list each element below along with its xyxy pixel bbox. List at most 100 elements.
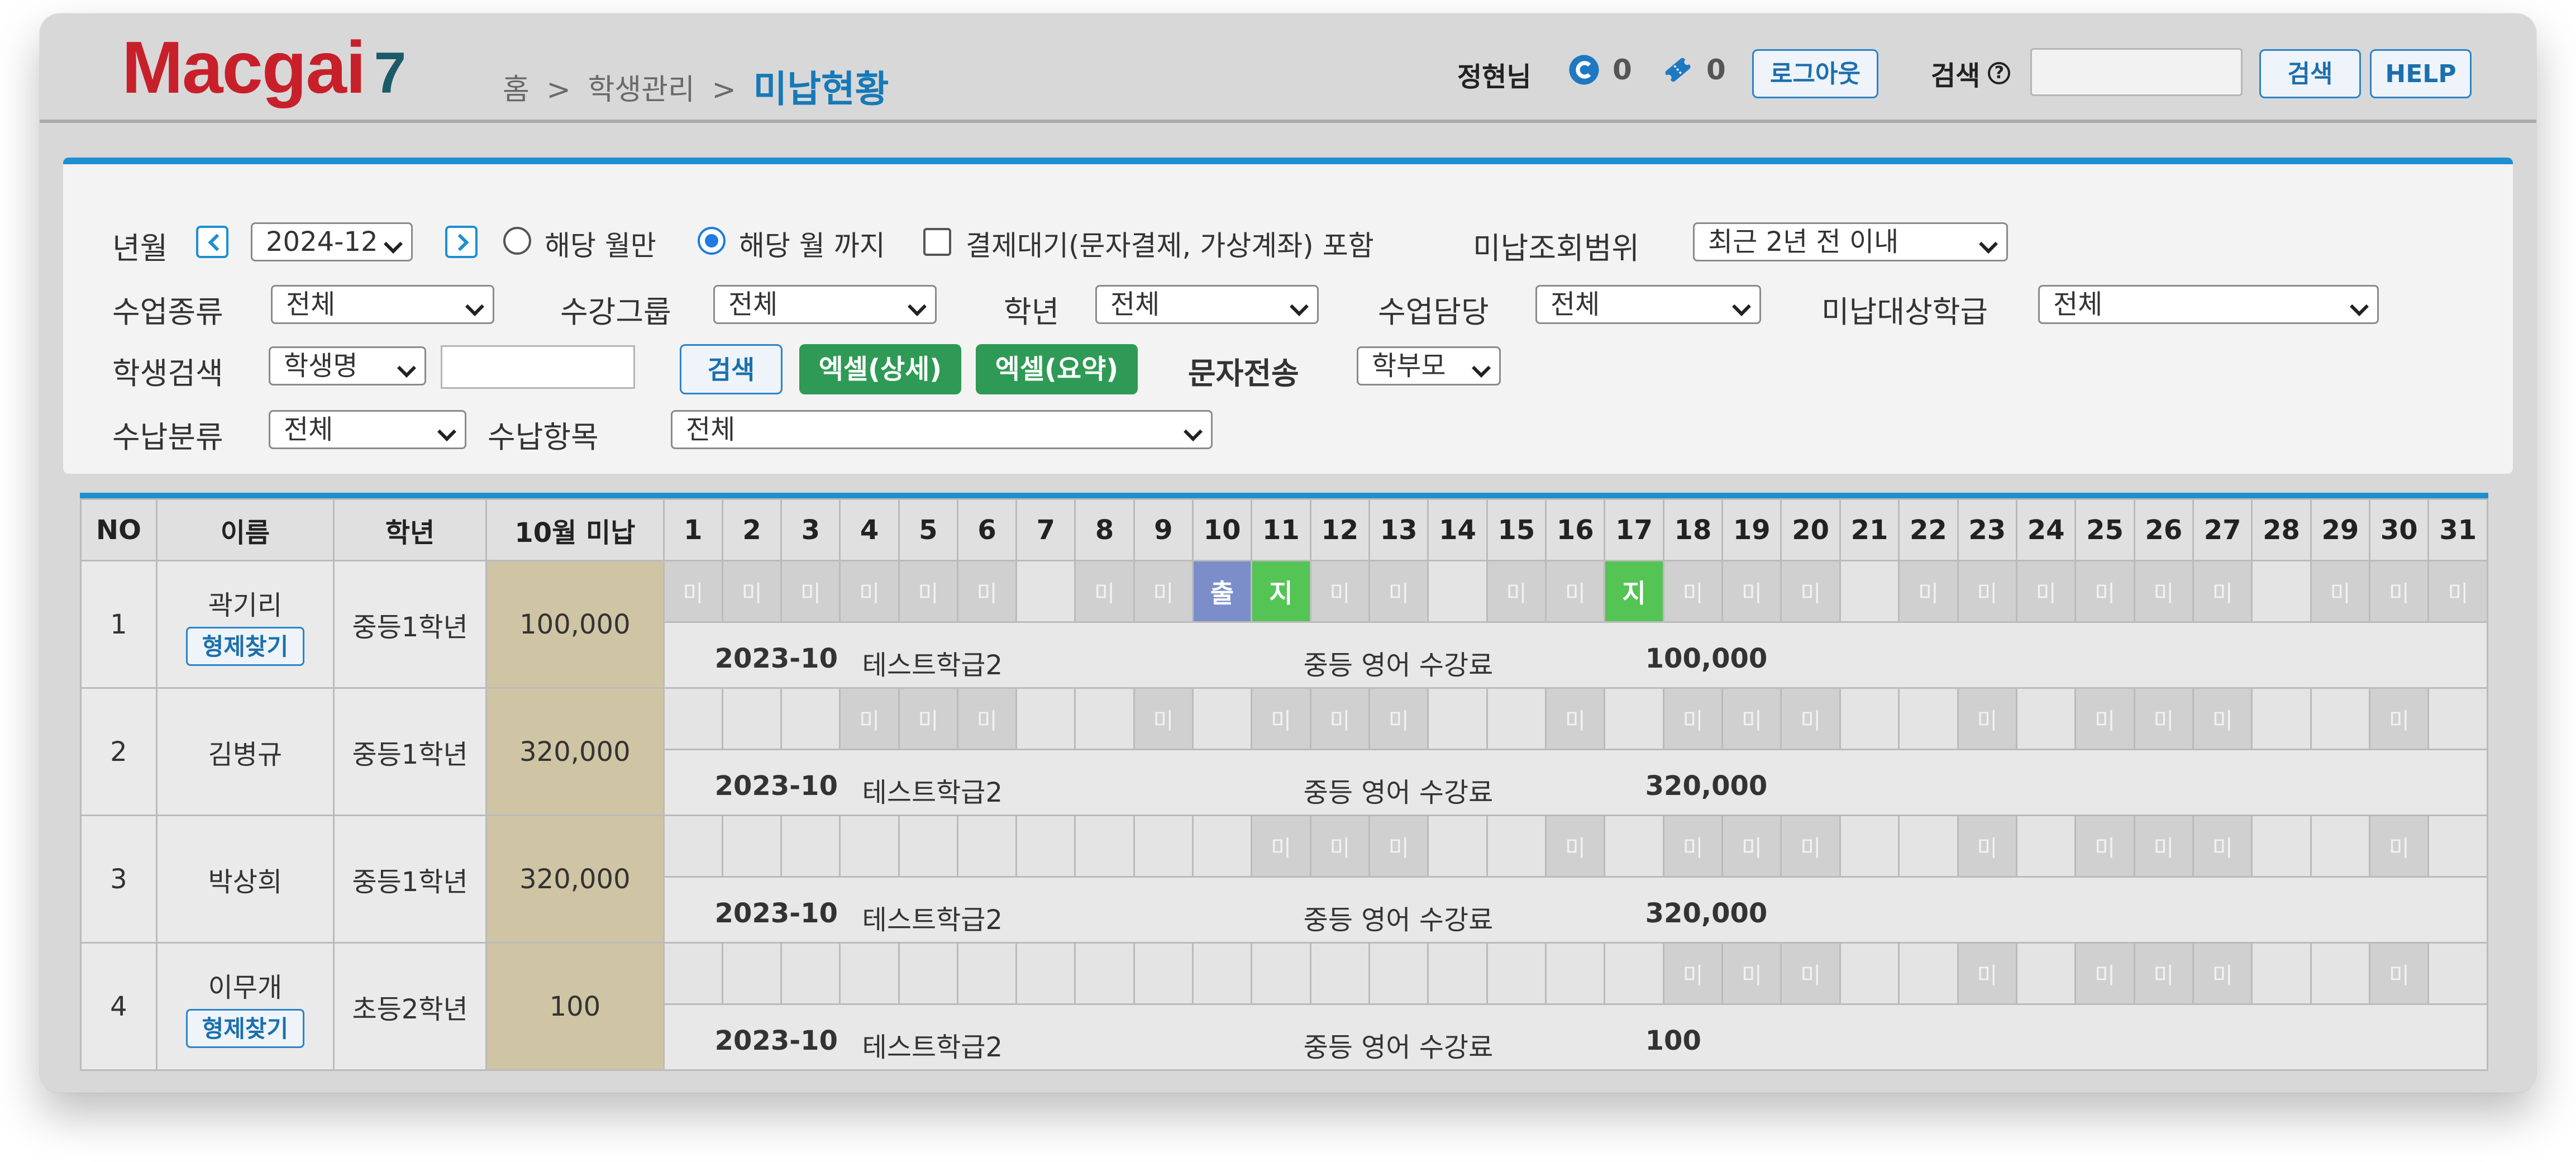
day-cell[interactable]: 미 <box>1133 687 1194 750</box>
day-cell[interactable] <box>1898 942 1959 1005</box>
day-cell[interactable] <box>1604 687 1664 750</box>
day-cell[interactable]: 미 <box>2369 560 2430 623</box>
student-name[interactable]: 곽기리 <box>158 583 332 622</box>
day-cell[interactable]: 미 <box>2074 560 2135 623</box>
breadcrumb-section[interactable]: 학생관리 <box>588 73 694 107</box>
pending-payment-checkbox[interactable] <box>923 228 951 256</box>
day-cell[interactable]: 미 <box>2074 687 2135 750</box>
logout-button[interactable]: 로그아웃 <box>1752 49 1878 98</box>
day-cell[interactable] <box>780 815 841 878</box>
day-cell[interactable]: 미 <box>2310 560 2371 623</box>
day-cell[interactable]: 미 <box>1957 815 2017 878</box>
day-cell[interactable] <box>1486 942 1547 1005</box>
day-cell[interactable]: 미 <box>956 687 1018 750</box>
day-cell[interactable]: 미 <box>1368 687 1429 750</box>
day-cell[interactable]: 미 <box>1780 560 1841 623</box>
day-cell[interactable]: 미 <box>721 560 783 623</box>
excel-summary-button[interactable]: 엑셀(요약) <box>976 344 1138 394</box>
day-cell[interactable]: 미 <box>1957 687 2017 750</box>
day-cell[interactable]: 미 <box>2427 560 2488 623</box>
day-cell[interactable] <box>662 942 723 1005</box>
student-name[interactable]: 이무개 <box>158 965 332 1004</box>
day-cell[interactable]: 미 <box>1486 560 1547 623</box>
day-cell[interactable]: 미 <box>2369 687 2430 750</box>
day-cell[interactable] <box>1486 687 1547 750</box>
radio-until-month[interactable] <box>698 227 726 255</box>
day-cell[interactable]: 미 <box>1251 687 1311 750</box>
day-cell[interactable] <box>1191 815 1253 878</box>
target-class-select[interactable]: 전체 <box>2038 285 2379 324</box>
day-cell[interactable] <box>2310 942 2371 1005</box>
day-cell[interactable] <box>662 815 723 878</box>
day-cell[interactable] <box>1015 815 1076 878</box>
day-cell[interactable] <box>662 687 723 750</box>
day-cell[interactable] <box>839 815 900 878</box>
day-cell[interactable] <box>1368 942 1429 1005</box>
day-cell[interactable]: 미 <box>2192 942 2253 1005</box>
day-cell[interactable]: 미 <box>2192 687 2253 750</box>
prev-month-button[interactable] <box>196 226 228 258</box>
day-cell[interactable]: 미 <box>1133 560 1194 623</box>
day-cell[interactable] <box>1839 942 1900 1005</box>
header-search-button[interactable]: 검색 <box>2259 49 2361 98</box>
day-cell[interactable] <box>1074 687 1135 750</box>
find-sibling-button[interactable]: 형제찾기 <box>185 1008 305 1048</box>
day-cell[interactable] <box>2015 687 2077 750</box>
day-cell[interactable]: 미 <box>2133 687 2195 750</box>
group-select[interactable]: 전체 <box>713 285 937 324</box>
day-cell[interactable] <box>956 815 1018 878</box>
day-cell[interactable] <box>1839 560 1900 623</box>
day-cell[interactable]: 미 <box>1368 815 1429 878</box>
day-cell[interactable]: 미 <box>2369 815 2430 878</box>
day-cell[interactable]: 미 <box>1780 687 1841 750</box>
day-cell[interactable] <box>2251 815 2312 878</box>
day-cell[interactable]: 미 <box>1721 687 1782 750</box>
day-cell[interactable]: 출 <box>1191 560 1253 623</box>
day-cell[interactable]: 미 <box>1662 942 1724 1005</box>
day-cell[interactable] <box>1898 687 1959 750</box>
day-cell[interactable]: 미 <box>1545 560 1606 623</box>
day-cell[interactable] <box>898 815 958 878</box>
day-cell[interactable]: 미 <box>956 560 1018 623</box>
grade-select[interactable]: 전체 <box>1095 285 1319 324</box>
range-select[interactable]: 최근 2년 전 이내 <box>1693 222 2008 261</box>
help-button[interactable]: HELP <box>2370 49 2472 98</box>
day-cell[interactable]: 미 <box>1721 815 1782 878</box>
day-cell[interactable] <box>1133 942 1194 1005</box>
day-cell[interactable]: 미 <box>1309 815 1370 878</box>
day-cell[interactable] <box>2015 942 2077 1005</box>
day-cell[interactable]: 미 <box>839 560 900 623</box>
day-cell[interactable]: 미 <box>1545 687 1606 750</box>
day-cell[interactable]: 지 <box>1251 560 1311 623</box>
day-cell[interactable]: 미 <box>662 560 723 623</box>
day-cell[interactable] <box>2310 815 2371 878</box>
day-cell[interactable]: 미 <box>1721 560 1782 623</box>
day-cell[interactable]: 미 <box>1662 560 1724 623</box>
day-cell[interactable] <box>2251 687 2312 750</box>
student-search-field-select[interactable]: 학생명 <box>269 346 426 385</box>
day-cell[interactable]: 미 <box>780 560 841 623</box>
day-cell[interactable]: 미 <box>1898 560 1959 623</box>
day-cell[interactable] <box>2251 560 2312 623</box>
day-cell[interactable] <box>721 687 783 750</box>
day-cell[interactable] <box>1074 815 1135 878</box>
day-cell[interactable]: 미 <box>2074 942 2135 1005</box>
day-cell[interactable] <box>1015 560 1076 623</box>
student-name[interactable]: 박상희 <box>158 860 332 899</box>
day-cell[interactable]: 미 <box>1957 942 2017 1005</box>
day-cell[interactable] <box>2015 815 2077 878</box>
day-cell[interactable] <box>1839 687 1900 750</box>
day-cell[interactable]: 미 <box>1251 815 1311 878</box>
day-cell[interactable]: 미 <box>1780 942 1841 1005</box>
day-cell[interactable] <box>2310 687 2371 750</box>
day-cell[interactable] <box>721 815 783 878</box>
day-cell[interactable] <box>2427 687 2488 750</box>
day-cell[interactable]: 미 <box>839 687 900 750</box>
excel-detail-button[interactable]: 엑셀(상세) <box>799 344 961 394</box>
find-sibling-button[interactable]: 형제찾기 <box>185 626 305 666</box>
day-cell[interactable]: 미 <box>2192 815 2253 878</box>
day-cell[interactable] <box>1309 942 1370 1005</box>
breadcrumb-home[interactable]: 홈 <box>503 73 529 107</box>
day-cell[interactable]: 미 <box>1309 687 1370 750</box>
day-cell[interactable] <box>1486 815 1547 878</box>
